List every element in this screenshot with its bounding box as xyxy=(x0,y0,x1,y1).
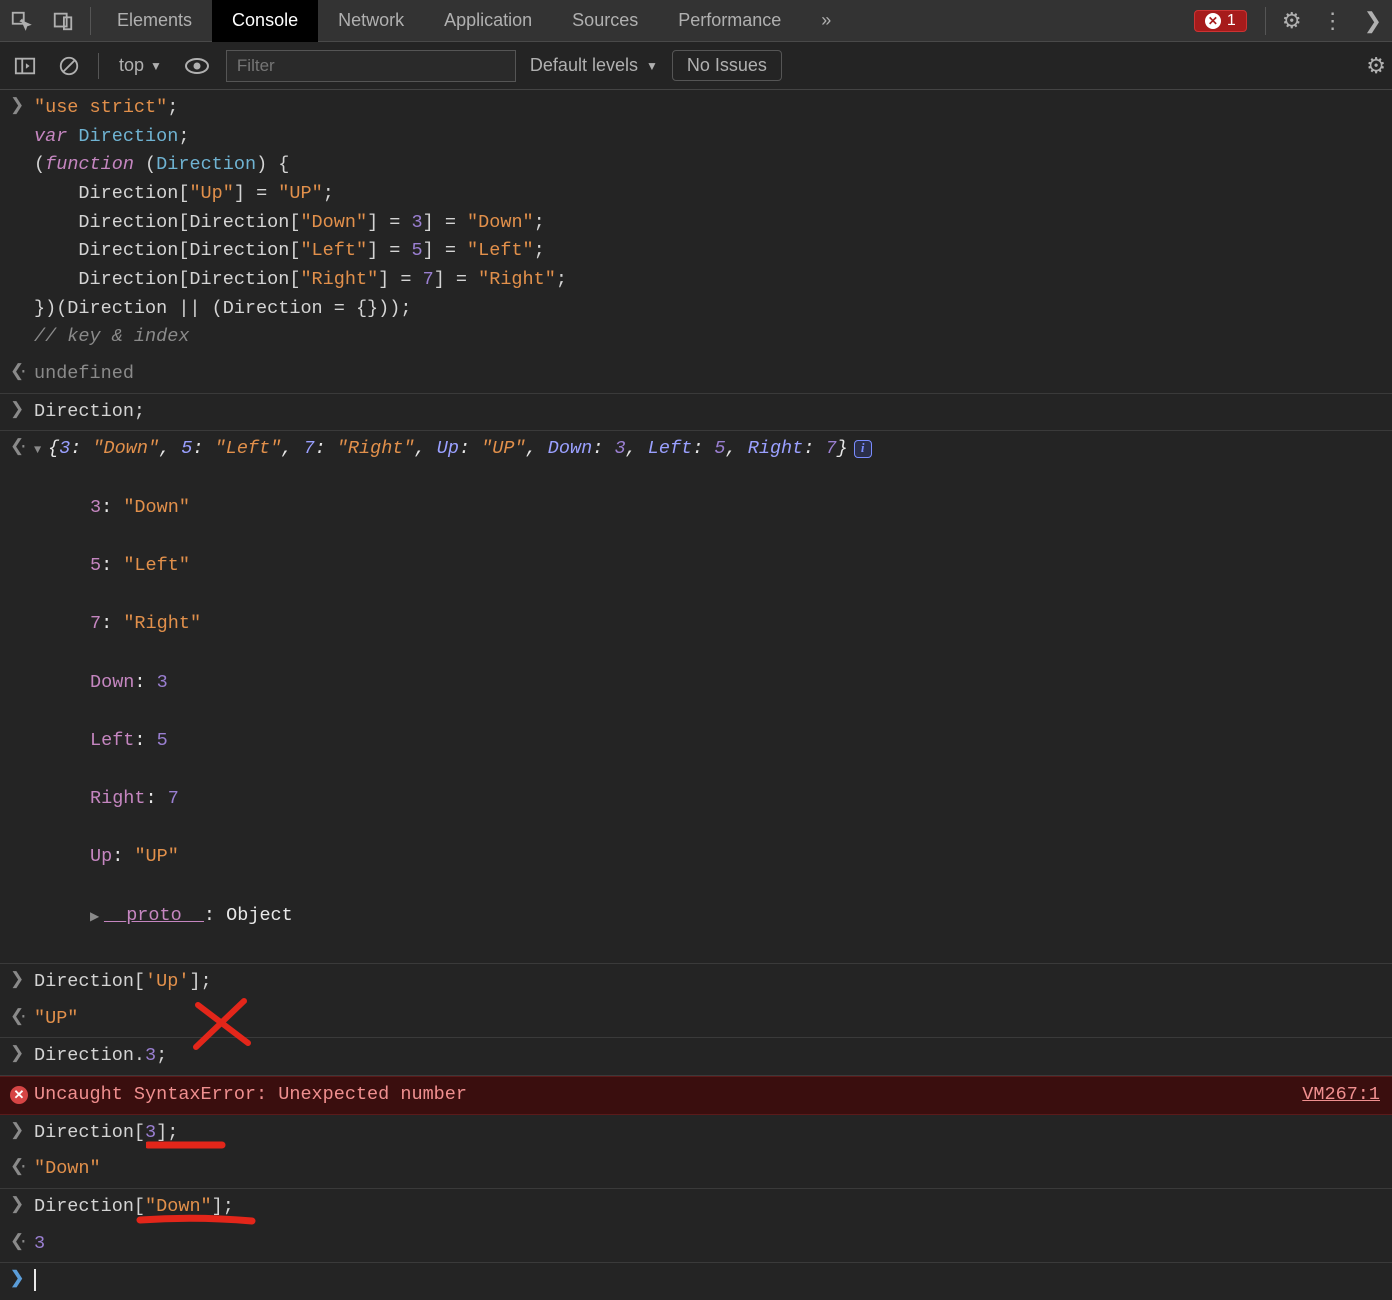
console-output-row: "Down" xyxy=(0,1151,1392,1189)
info-badge-icon[interactable]: i xyxy=(854,440,872,458)
expand-toggle-icon[interactable]: ▶ xyxy=(90,908,104,927)
result-string: "Down" xyxy=(34,1158,101,1179)
chevron-down-icon: ▼ xyxy=(646,59,658,73)
output-marker-icon xyxy=(6,1230,34,1259)
devtools-tabstrip: Elements Console Network Application Sou… xyxy=(0,0,1392,42)
console-output-row: ▼{3: "Down", 5: "Left", 7: "Right", Up: … xyxy=(0,431,1392,963)
console-output: "use strict"; var Direction; (function (… xyxy=(0,90,1392,1300)
error-count: 1 xyxy=(1227,12,1236,30)
code-text: Direction; xyxy=(34,401,145,422)
tabs-overflow[interactable]: » xyxy=(801,0,851,42)
log-levels-selector[interactable]: Default levels ▼ xyxy=(530,55,658,76)
device-toggle-icon[interactable] xyxy=(42,0,84,42)
error-marker: ✕ xyxy=(6,1081,34,1110)
console-input-row[interactable]: Direction["Down"]; xyxy=(0,1189,1392,1226)
tab-network[interactable]: Network xyxy=(318,0,424,42)
console-error-row[interactable]: ✕ Uncaught SyntaxError: Unexpected numbe… xyxy=(0,1076,1392,1115)
output-marker-icon xyxy=(6,1005,34,1034)
levels-label: Default levels xyxy=(530,55,638,76)
settings-gear-icon[interactable]: ⚙ xyxy=(1272,8,1312,34)
live-expression-icon[interactable] xyxy=(182,51,212,81)
dock-side-icon[interactable]: ❯ xyxy=(1354,8,1392,34)
console-input-row[interactable]: "use strict"; var Direction; (function (… xyxy=(0,90,1392,356)
clear-console-icon[interactable] xyxy=(54,51,84,81)
console-output-row: undefined xyxy=(0,356,1392,394)
output-marker-icon xyxy=(6,435,34,958)
object-preview[interactable]: ▼{3: "Down", 5: "Left", 7: "Right", Up: … xyxy=(34,435,1384,958)
console-output-row: "UP" xyxy=(0,1001,1392,1039)
expand-toggle-icon[interactable]: ▼ xyxy=(34,441,48,460)
context-selector[interactable]: top ▼ xyxy=(113,55,168,76)
prompt-marker-icon xyxy=(6,1267,34,1296)
input-marker-icon xyxy=(6,1193,34,1222)
output-marker-icon xyxy=(6,360,34,389)
tab-application[interactable]: Application xyxy=(424,0,552,42)
more-menu-icon[interactable]: ⋮ xyxy=(1312,8,1354,34)
console-input-row[interactable]: Direction['Up']; xyxy=(0,964,1392,1001)
tab-console[interactable]: Console xyxy=(212,0,318,42)
console-output-row: 3 xyxy=(0,1226,1392,1264)
inspect-icon[interactable] xyxy=(0,0,42,42)
result-number: 3 xyxy=(34,1233,45,1254)
code-block: "use strict"; var Direction; (function (… xyxy=(34,94,1384,352)
console-input-row[interactable]: Direction; xyxy=(0,394,1392,432)
output-marker-icon xyxy=(6,1155,34,1184)
sidebar-toggle-icon[interactable] xyxy=(10,51,40,81)
filter-input[interactable] xyxy=(226,50,516,82)
error-x-icon: ✕ xyxy=(1205,13,1221,29)
divider xyxy=(90,7,91,35)
console-input-row[interactable]: Direction[3]; xyxy=(0,1115,1392,1152)
error-message: Uncaught SyntaxError: Unexpected number xyxy=(34,1081,467,1110)
console-settings-gear-icon[interactable]: ⚙ xyxy=(1366,53,1386,79)
result-string: "UP" xyxy=(34,1008,78,1029)
tab-elements[interactable]: Elements xyxy=(97,0,212,42)
input-marker-icon xyxy=(6,1119,34,1148)
divider xyxy=(1265,7,1266,35)
input-marker-icon xyxy=(6,398,34,427)
console-toolbar: top ▼ Default levels ▼ No Issues ⚙ xyxy=(0,42,1392,90)
console-input-row[interactable]: Direction.3; xyxy=(0,1038,1392,1076)
error-source-link[interactable]: VM267:1 xyxy=(1302,1081,1384,1110)
input-marker-icon xyxy=(6,94,34,352)
result-undefined: undefined xyxy=(34,363,134,384)
context-label: top xyxy=(119,55,144,76)
console-prompt[interactable] xyxy=(0,1263,1392,1300)
tab-performance[interactable]: Performance xyxy=(658,0,801,42)
issues-button[interactable]: No Issues xyxy=(672,50,782,81)
error-count-badge[interactable]: ✕ 1 xyxy=(1194,10,1247,32)
object-expanded: 3: "Down" 5: "Left" 7: "Right" Down: 3 L… xyxy=(34,464,1384,959)
divider xyxy=(98,53,99,79)
input-marker-icon xyxy=(6,968,34,997)
error-circle-icon: ✕ xyxy=(10,1086,28,1104)
text-cursor xyxy=(34,1269,36,1291)
chevron-down-icon: ▼ xyxy=(150,59,162,73)
input-marker-icon xyxy=(6,1042,34,1071)
tab-sources[interactable]: Sources xyxy=(552,0,658,42)
